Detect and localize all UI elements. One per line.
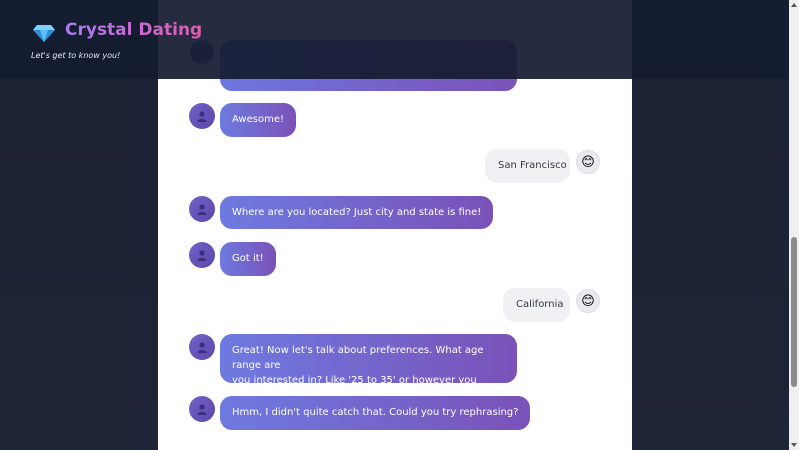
user-silhouette-icon	[197, 404, 207, 415]
app-tagline: Let's get to know you!	[31, 51, 121, 60]
app-title: Crystal Dating	[65, 20, 203, 40]
user-message: San Francisco	[485, 149, 570, 183]
bot-message: Awesome!	[220, 103, 296, 137]
user-message: California	[503, 288, 570, 322]
app-header: Crystal Dating Let's get to know you!	[0, 0, 789, 79]
user-silhouette-icon	[197, 111, 207, 122]
bot-message: Where are you located? Just city and sta…	[220, 196, 494, 229]
bot-message: Hmm, I didn't quite catch that. Could yo…	[220, 396, 531, 430]
bot-avatar	[189, 103, 215, 129]
bot-avatar	[189, 334, 215, 360]
scroll-down-arrow-icon[interactable]	[791, 443, 797, 447]
scroll-up-arrow-icon[interactable]	[791, 3, 797, 7]
bot-avatar	[189, 396, 215, 422]
bot-avatar	[189, 242, 215, 268]
gem-icon	[33, 25, 55, 42]
smiley-face-icon: 😊	[576, 150, 600, 174]
user-silhouette-icon	[197, 342, 207, 353]
user-silhouette-icon	[197, 250, 207, 261]
bot-message: Great! Now let's talk about preferences.…	[220, 334, 517, 401]
user-silhouette-icon	[197, 204, 207, 215]
bot-message: Got it!	[220, 242, 276, 276]
vertical-scrollbar[interactable]	[789, 0, 799, 450]
scrollbar-thumb[interactable]	[791, 237, 797, 387]
bot-avatar	[189, 196, 215, 222]
bot-message-line: Great! Now let's talk about preferences.…	[232, 345, 484, 371]
smiley-face-icon: 😊	[576, 289, 600, 313]
